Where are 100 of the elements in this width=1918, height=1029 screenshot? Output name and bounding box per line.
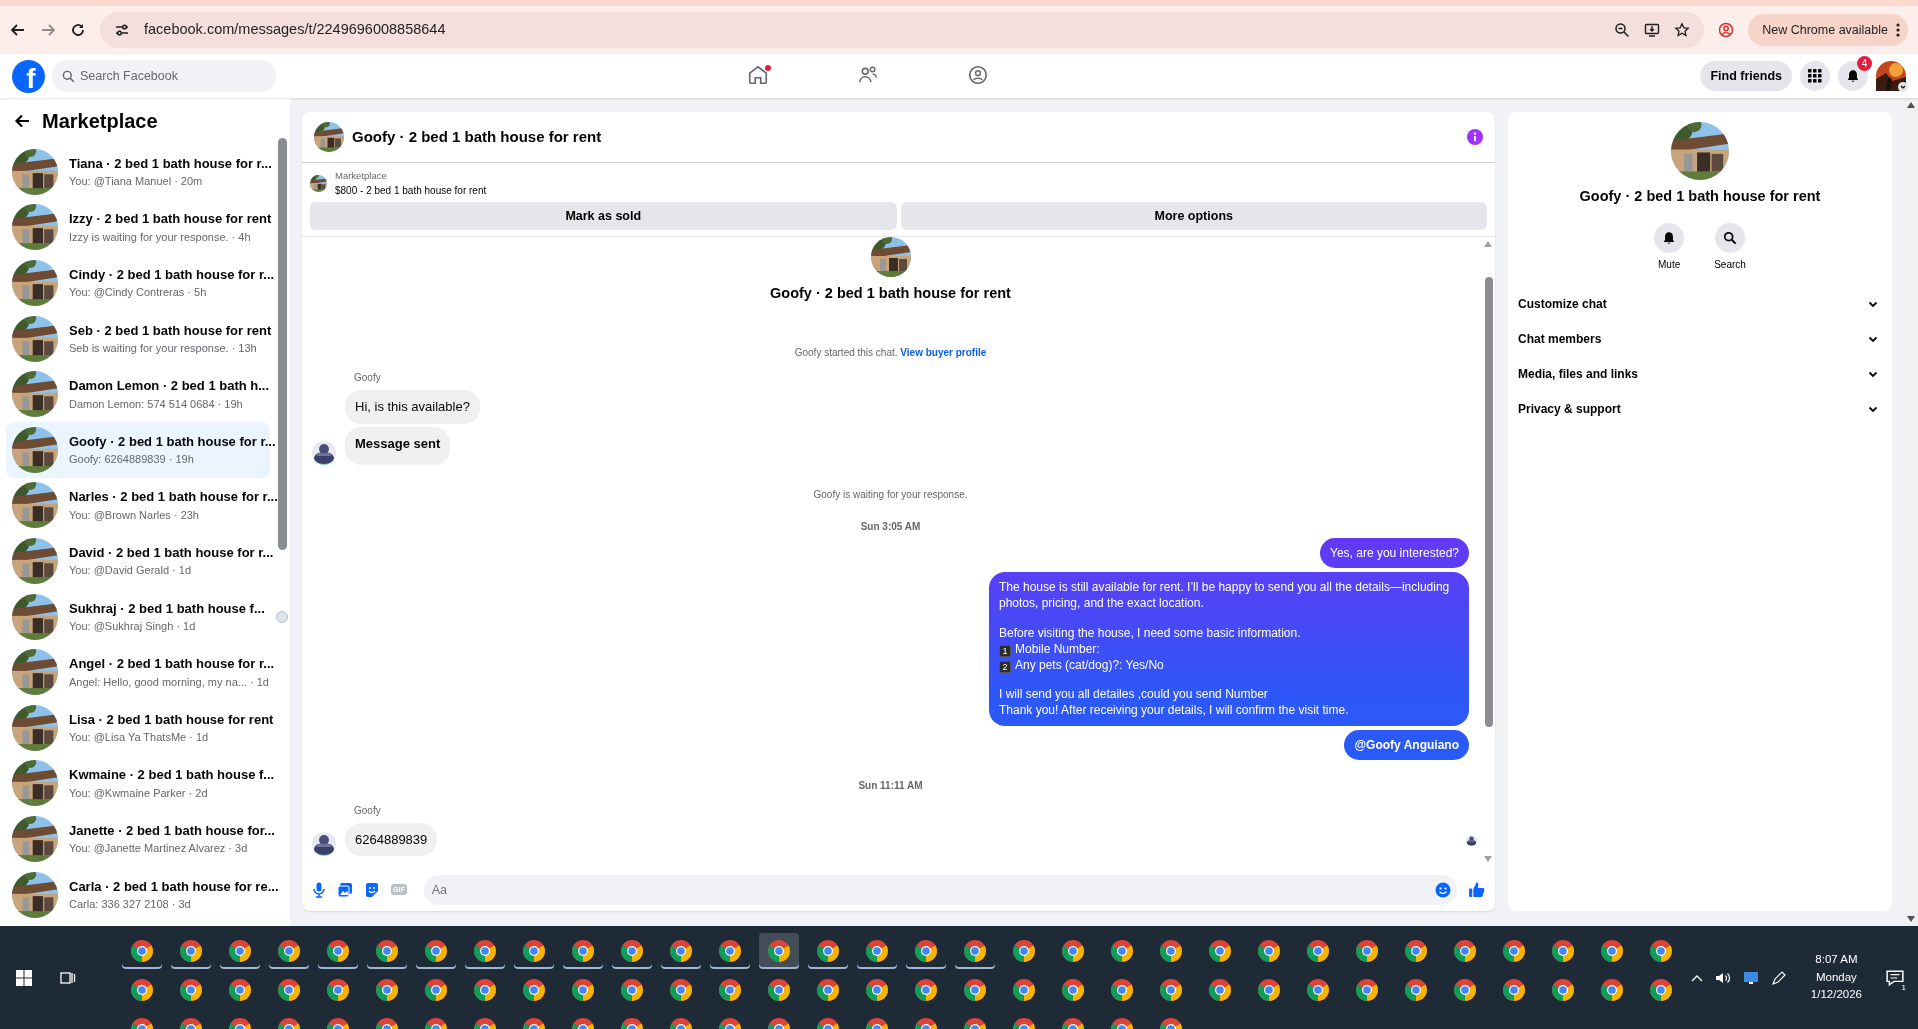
home-icon (747, 63, 770, 86)
notification-center-icon[interactable] (1886, 969, 1904, 988)
profile-icon[interactable] (1718, 22, 1735, 38)
conversation-item[interactable]: Damon Lemon · 2 bed 1 bath h... Damon Lemon: 574 514 0684 · 19h (6, 366, 270, 422)
browser-icon (1355, 939, 1379, 963)
forward-icon[interactable] (40, 22, 56, 38)
install-icon[interactable] (1644, 22, 1661, 38)
profile-link[interactable]: View buyer profile (900, 347, 987, 358)
emoji-icon[interactable] (1435, 881, 1451, 898)
browser-icon (1404, 978, 1428, 1002)
more-icon[interactable] (1896, 23, 1900, 37)
menu-button[interactable] (1800, 61, 1830, 91)
star-icon[interactable] (1674, 22, 1691, 38)
network-icon[interactable] (1742, 969, 1759, 986)
browser-icon (424, 978, 448, 1002)
browser-icon (522, 939, 546, 963)
clock-date[interactable]: 1/12/2026 (1810, 986, 1862, 1005)
message-bubble: Message sent (345, 426, 451, 465)
browser-icon (130, 978, 154, 1002)
conversation-title: Kwmaine · 2 bed 1 bath house f... (69, 766, 275, 785)
conversation-title: Angel · 2 bed 1 bath house for r... (69, 655, 275, 674)
action-button[interactable]: Search (1708, 221, 1752, 273)
browser-icon (816, 978, 840, 1002)
listing-label: Marketplace (335, 169, 388, 183)
conversation-item[interactable]: Izzy · 2 bed 1 bath house for rent Izzy is waiting for your response. · 4h (6, 199, 270, 256)
browser-icon (718, 939, 742, 963)
clock-time[interactable]: 8:07 AM (1815, 950, 1858, 969)
scrollbar[interactable] (278, 138, 287, 550)
section-header[interactable]: Media, files and links (1516, 356, 1884, 392)
browser-icon (1502, 978, 1526, 1002)
section-header[interactable]: Customize chat (1516, 286, 1884, 322)
browser-icon (1012, 939, 1036, 963)
section-header[interactable]: Chat members (1516, 321, 1884, 357)
system-message: Goofy started this chat. View buyer profile (794, 347, 987, 358)
browser-icon (1110, 939, 1134, 963)
microphone-icon[interactable] (312, 881, 326, 898)
conversation-title: Lisa · 2 bed 1 bath house for rent (69, 710, 274, 729)
action-button[interactable]: Mark as sold (310, 202, 897, 231)
browser-icon (1110, 978, 1134, 1002)
back-icon[interactable] (14, 113, 30, 129)
task-view-icon[interactable] (60, 969, 76, 986)
search-field[interactable]: Search Facebook (52, 60, 276, 92)
browser-icon (277, 978, 301, 1002)
scrollbar[interactable] (1485, 277, 1493, 728)
browser-icon (914, 939, 938, 963)
message-bubble: @Goofy Anguiano (1344, 729, 1469, 760)
action-button[interactable]: More options (900, 202, 1487, 231)
site-settings-icon[interactable] (114, 22, 130, 38)
conversation-item[interactable]: Seb · 2 bed 1 bath house for rent Seb is waiting for your response. · 13h (6, 310, 270, 367)
bell-icon (1662, 230, 1677, 245)
scroll-down-icon[interactable] (1907, 916, 1915, 922)
seen-avatar-icon (1466, 835, 1477, 846)
update-button[interactable]: New Chrome available (1748, 14, 1908, 46)
conversation-title: David · 2 bed 1 bath house for r... (69, 543, 274, 562)
browser-icon (473, 978, 497, 1002)
info-icon[interactable] (1467, 129, 1483, 145)
conversation-item[interactable]: Sukhraj · 2 bed 1 bath house f... You: @Sukhraj Singh · 1d (6, 588, 270, 645)
conversation-item[interactable]: Tiana · 2 bed 1 bath house for r... You: @Tiana Manuel · 20m (6, 144, 270, 200)
zoom-icon[interactable] (1614, 22, 1631, 38)
pen-icon[interactable] (1770, 969, 1787, 986)
sender-name: Goofy (354, 372, 381, 383)
listing-description: $800 - 2 bed 1 bath house for rent (335, 184, 487, 199)
back-icon[interactable] (10, 22, 26, 38)
browser-icon (571, 978, 595, 1002)
thumbs-up-icon[interactable] (1468, 881, 1485, 898)
conversation-title: Janette · 2 bed 1 bath house for... (69, 821, 275, 840)
caret-up-icon[interactable] (1690, 973, 1703, 982)
scroll-up-icon[interactable] (1907, 102, 1915, 108)
conversation-title: Goofy · 2 bed 1 bath house for rent (1578, 187, 1822, 206)
logo[interactable]: f (12, 59, 45, 93)
notification-count: 1 (1901, 983, 1906, 992)
conversation-preview: Goofy: 6264889839 · 19h (69, 452, 195, 468)
browser-icon (1551, 939, 1575, 963)
notifications-button[interactable] (1838, 61, 1868, 91)
message-field[interactable]: Aa (423, 874, 1457, 905)
action-button[interactable]: Mute (1648, 221, 1691, 273)
find-friends-button[interactable]: Find friends (1700, 61, 1792, 91)
sticker-icon[interactable] (364, 881, 380, 898)
browser-icon (1502, 939, 1526, 963)
message-bubble: Yes, are you interested? (1320, 538, 1469, 569)
conversation-preview: Damon Lemon: 574 514 0684 · 19h (69, 396, 244, 412)
profile-title: Goofy · 2 bed 1 bath house for rent (770, 284, 1011, 304)
conversation-title: Tiana · 2 bed 1 bath house for r... (69, 154, 272, 173)
browser-icon (1159, 978, 1183, 1002)
sidebar-title: Marketplace (42, 109, 158, 134)
reload-icon[interactable] (70, 22, 86, 38)
taskbar-app[interactable] (759, 933, 799, 969)
windows-icon[interactable] (16, 969, 32, 986)
browser-icon (424, 939, 448, 963)
browser-icon (620, 939, 644, 963)
clock-day[interactable]: Monday (1815, 968, 1857, 987)
browser-icon (963, 978, 987, 1002)
browser-icon (669, 978, 693, 1002)
conversation-title: Cindy · 2 bed 1 bath house for r... (69, 266, 275, 284)
browser-icon (1306, 939, 1330, 963)
photo-icon[interactable] (337, 881, 353, 898)
browser-icon (816, 939, 840, 963)
section-header[interactable]: Privacy & support (1516, 391, 1884, 427)
browser-icon (1159, 939, 1183, 963)
caret-icon[interactable] (1898, 82, 1908, 92)
